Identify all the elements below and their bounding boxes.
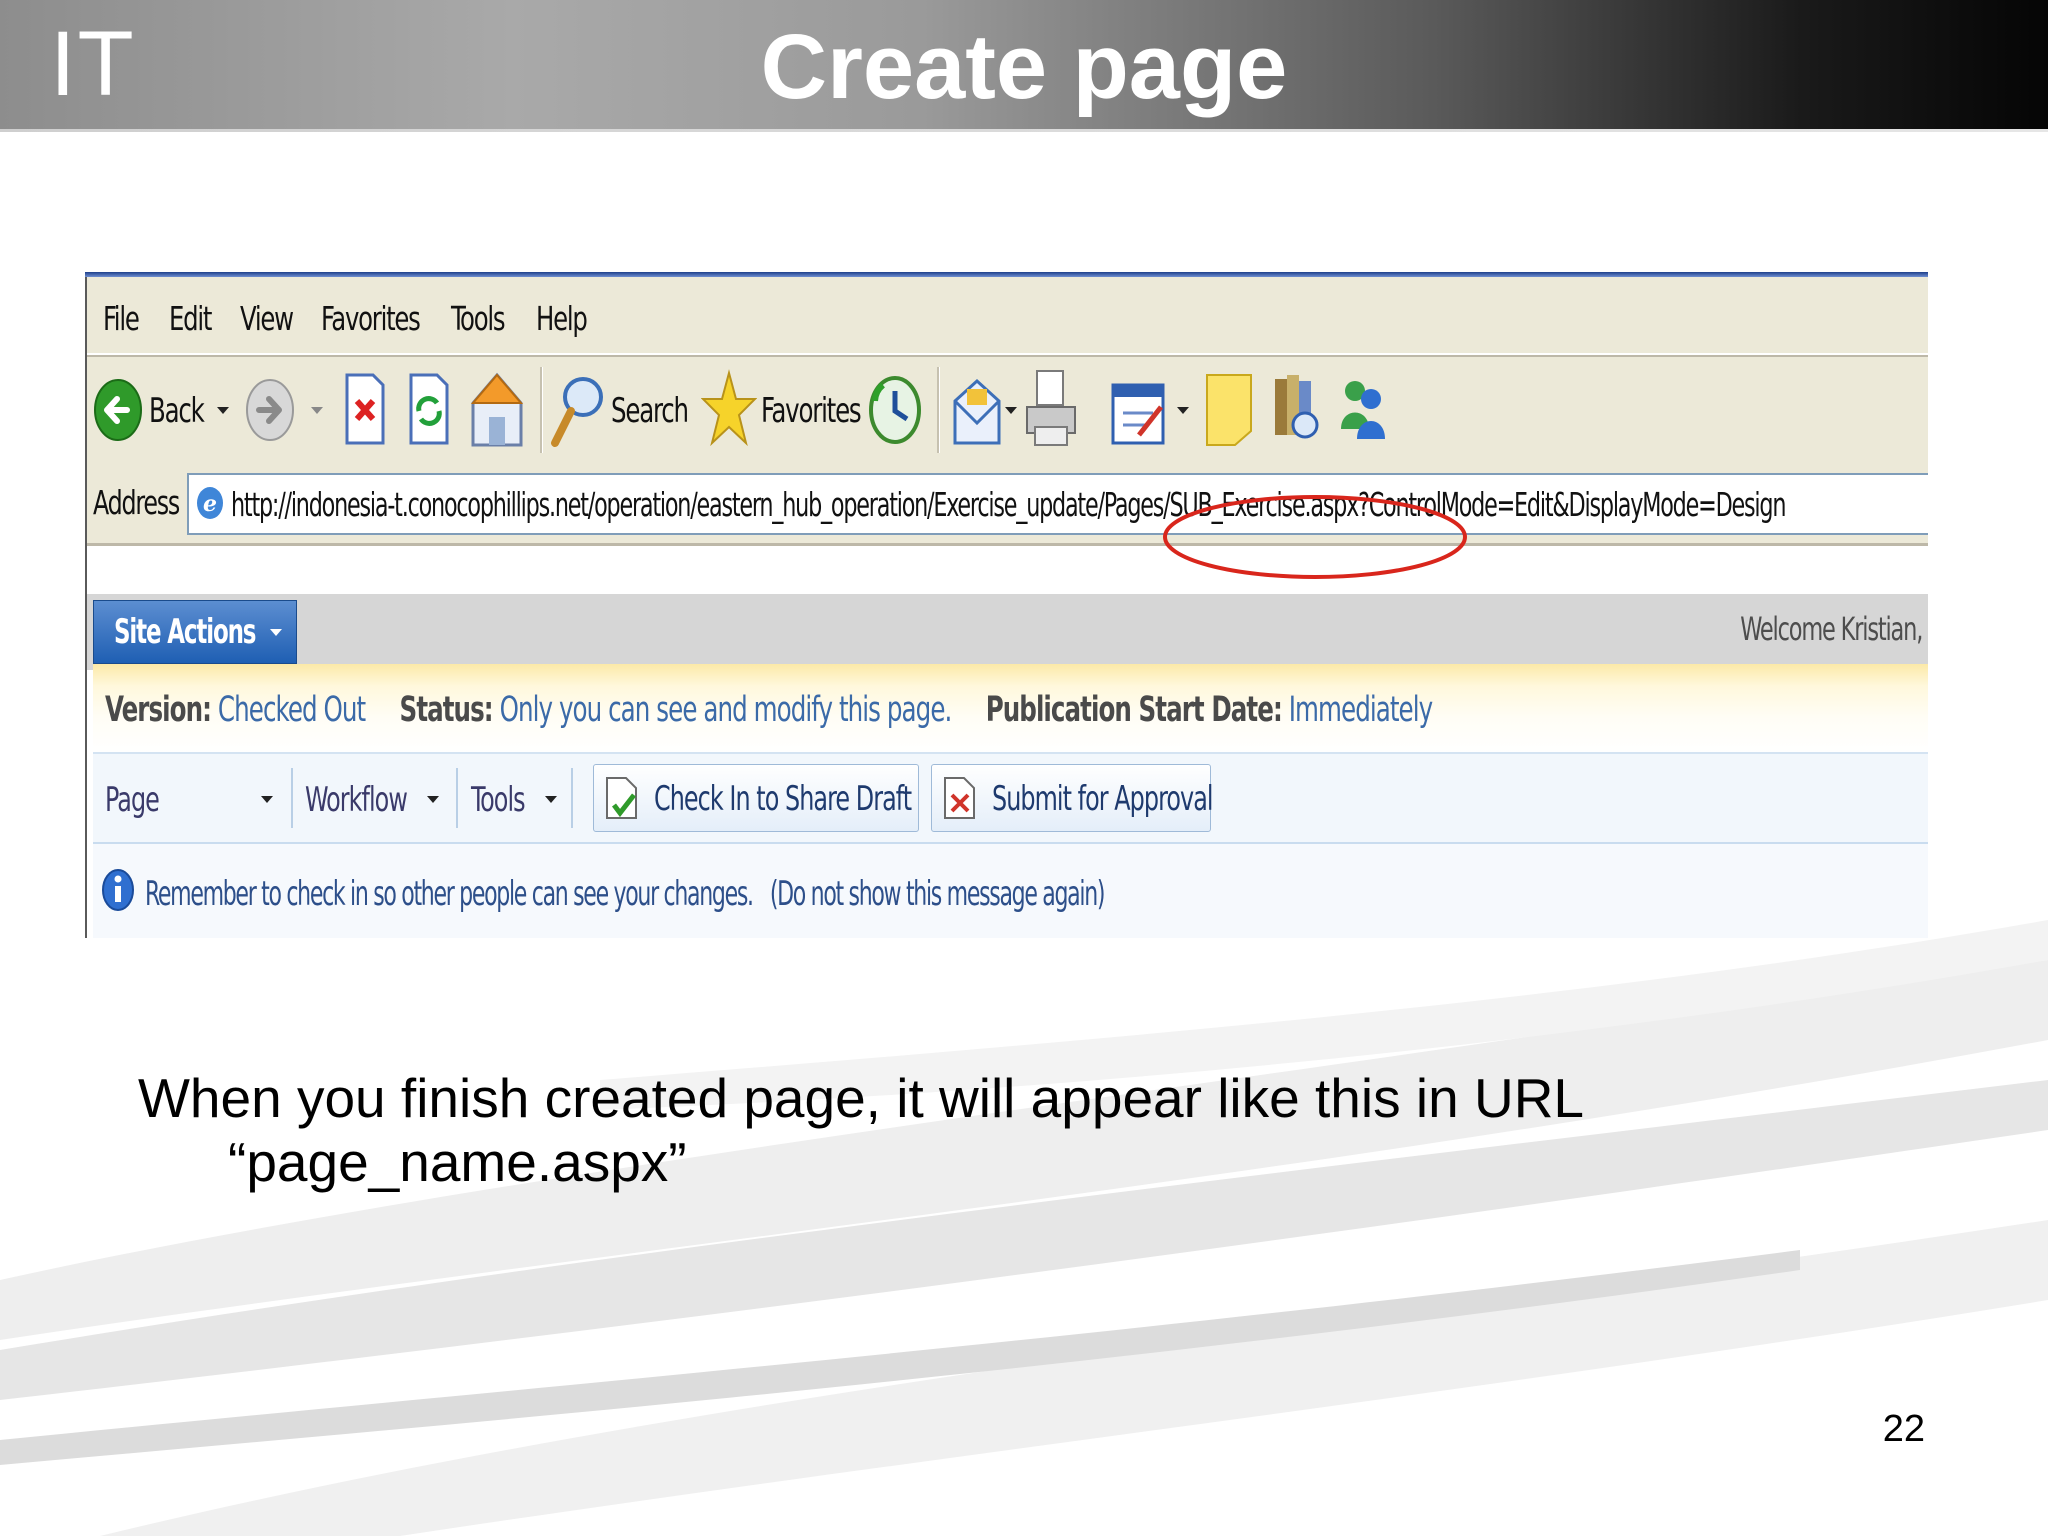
workflow-menu-dropdown-icon[interactable] — [427, 796, 439, 803]
note-icon[interactable] — [1203, 371, 1255, 449]
forward-dropdown-icon[interactable] — [311, 407, 323, 414]
browser-screenshot: File Edit View Favorites Tools Help Back — [85, 272, 1928, 938]
caption-line-1: When you finish created page, it will ap… — [138, 1067, 1585, 1129]
messenger-icon[interactable] — [1337, 371, 1389, 447]
toolbar-separator — [456, 768, 458, 828]
toolbar-separator — [291, 768, 293, 828]
publication-date-value: Immediately — [1288, 690, 1433, 730]
search-button[interactable]: Search — [611, 391, 689, 431]
browser-toolbar: Back Search Favorites — [85, 355, 1928, 465]
workflow-menu[interactable]: Workflow — [305, 780, 408, 820]
version-key: Version: — [105, 690, 212, 730]
home-icon[interactable] — [469, 369, 525, 449]
check-in-icon — [606, 777, 637, 819]
submit-approval-icon — [944, 777, 975, 819]
address-bar: Address e http://indonesia-t.conocophill… — [85, 463, 1928, 546]
address-label: Address — [93, 483, 180, 522]
version-value: Checked Out — [217, 690, 366, 730]
menu-bar: File Edit View Favorites Tools Help — [85, 277, 1928, 355]
tools-menu-dropdown-icon[interactable] — [545, 796, 557, 803]
research-icon[interactable] — [1271, 369, 1323, 449]
publication-date-key: Publication Start Date: — [985, 690, 1283, 730]
favorites-button[interactable]: Favorites — [761, 391, 862, 431]
check-in-label: Check In to Share Draft — [654, 779, 912, 819]
submit-for-approval-label: Submit for Approval — [992, 779, 1214, 819]
info-message-bar: Remember to check in so other people can… — [93, 844, 1928, 938]
menu-help[interactable]: Help — [536, 299, 588, 338]
menu-favorites[interactable]: Favorites — [321, 299, 421, 338]
check-in-button[interactable]: Check In to Share Draft — [593, 764, 919, 832]
site-actions-label: Site Actions — [114, 612, 256, 652]
toolbar-separator — [937, 367, 940, 453]
menu-edit[interactable]: Edit — [169, 299, 212, 338]
mail-icon[interactable] — [951, 371, 1003, 449]
status-line: Version: Checked Out Status: Only you ca… — [105, 690, 1433, 730]
info-message: Remember to check in so other people can… — [145, 874, 1106, 914]
page-menu-dropdown-icon[interactable] — [261, 796, 273, 803]
stop-icon[interactable] — [343, 371, 387, 447]
info-icon — [102, 869, 134, 911]
status-key: Status: — [399, 690, 494, 730]
site-actions-button[interactable]: Site Actions — [93, 600, 297, 664]
submit-for-approval-button[interactable]: Submit for Approval — [931, 764, 1214, 832]
back-dropdown-icon[interactable] — [217, 407, 229, 414]
toolbar-separator — [571, 768, 573, 828]
history-icon[interactable] — [867, 371, 923, 449]
background-swoosh — [0, 920, 2048, 1536]
menu-file[interactable]: File — [103, 299, 140, 338]
svg-text:e: e — [203, 491, 217, 517]
status-value: Only you can see and modify this page. — [499, 690, 953, 730]
tools-menu[interactable]: Tools — [471, 780, 526, 820]
url-highlight-circle — [1163, 495, 1467, 579]
sharepoint-top-bar: Site Actions Welcome Kristian, — [85, 588, 1928, 670]
menu-tools[interactable]: Tools — [451, 299, 506, 338]
back-button[interactable]: Back — [149, 391, 205, 431]
favorites-star-icon[interactable] — [701, 369, 757, 449]
do-not-show-link[interactable]: (Do not show this message again) — [770, 874, 1106, 914]
screenshot-left-edge — [85, 277, 87, 938]
slide-caption: When you finish created page, it will ap… — [138, 1066, 1838, 1194]
forward-arrow-icon[interactable] — [245, 375, 295, 445]
slide-header: IT Create page — [0, 0, 2048, 132]
edit-icon[interactable] — [1109, 371, 1169, 447]
toolbar-separator — [540, 367, 543, 453]
mail-dropdown-icon[interactable] — [1005, 407, 1017, 414]
address-field[interactable]: e http://indonesia-t.conocophillips.net/… — [187, 473, 1928, 535]
page-editing-toolbar: Page Workflow Tools Check In to Share Dr… — [93, 754, 1928, 844]
page-status-bar: Version: Checked Out Status: Only you ca… — [93, 664, 1928, 754]
back-arrow-icon[interactable] — [93, 375, 143, 445]
page-menu[interactable]: Page — [105, 780, 160, 820]
menu-view[interactable]: View — [240, 299, 294, 338]
caption-line-2: “page_name.aspx” — [228, 1131, 687, 1193]
print-icon[interactable] — [1023, 367, 1079, 449]
info-message-text: Remember to check in so other people can… — [145, 874, 754, 914]
welcome-text[interactable]: Welcome Kristian, — [1740, 610, 1923, 648]
refresh-icon[interactable] — [407, 371, 451, 447]
page-number: 22 — [1882, 1408, 1925, 1450]
ie-page-icon: e — [197, 487, 223, 519]
search-icon[interactable] — [549, 371, 609, 449]
slide-title: Create page — [760, 16, 1288, 118]
address-url[interactable]: http://indonesia-t.conocophillips.net/op… — [231, 485, 1786, 524]
edit-dropdown-icon[interactable] — [1177, 407, 1189, 414]
site-actions-dropdown-icon — [270, 629, 282, 636]
